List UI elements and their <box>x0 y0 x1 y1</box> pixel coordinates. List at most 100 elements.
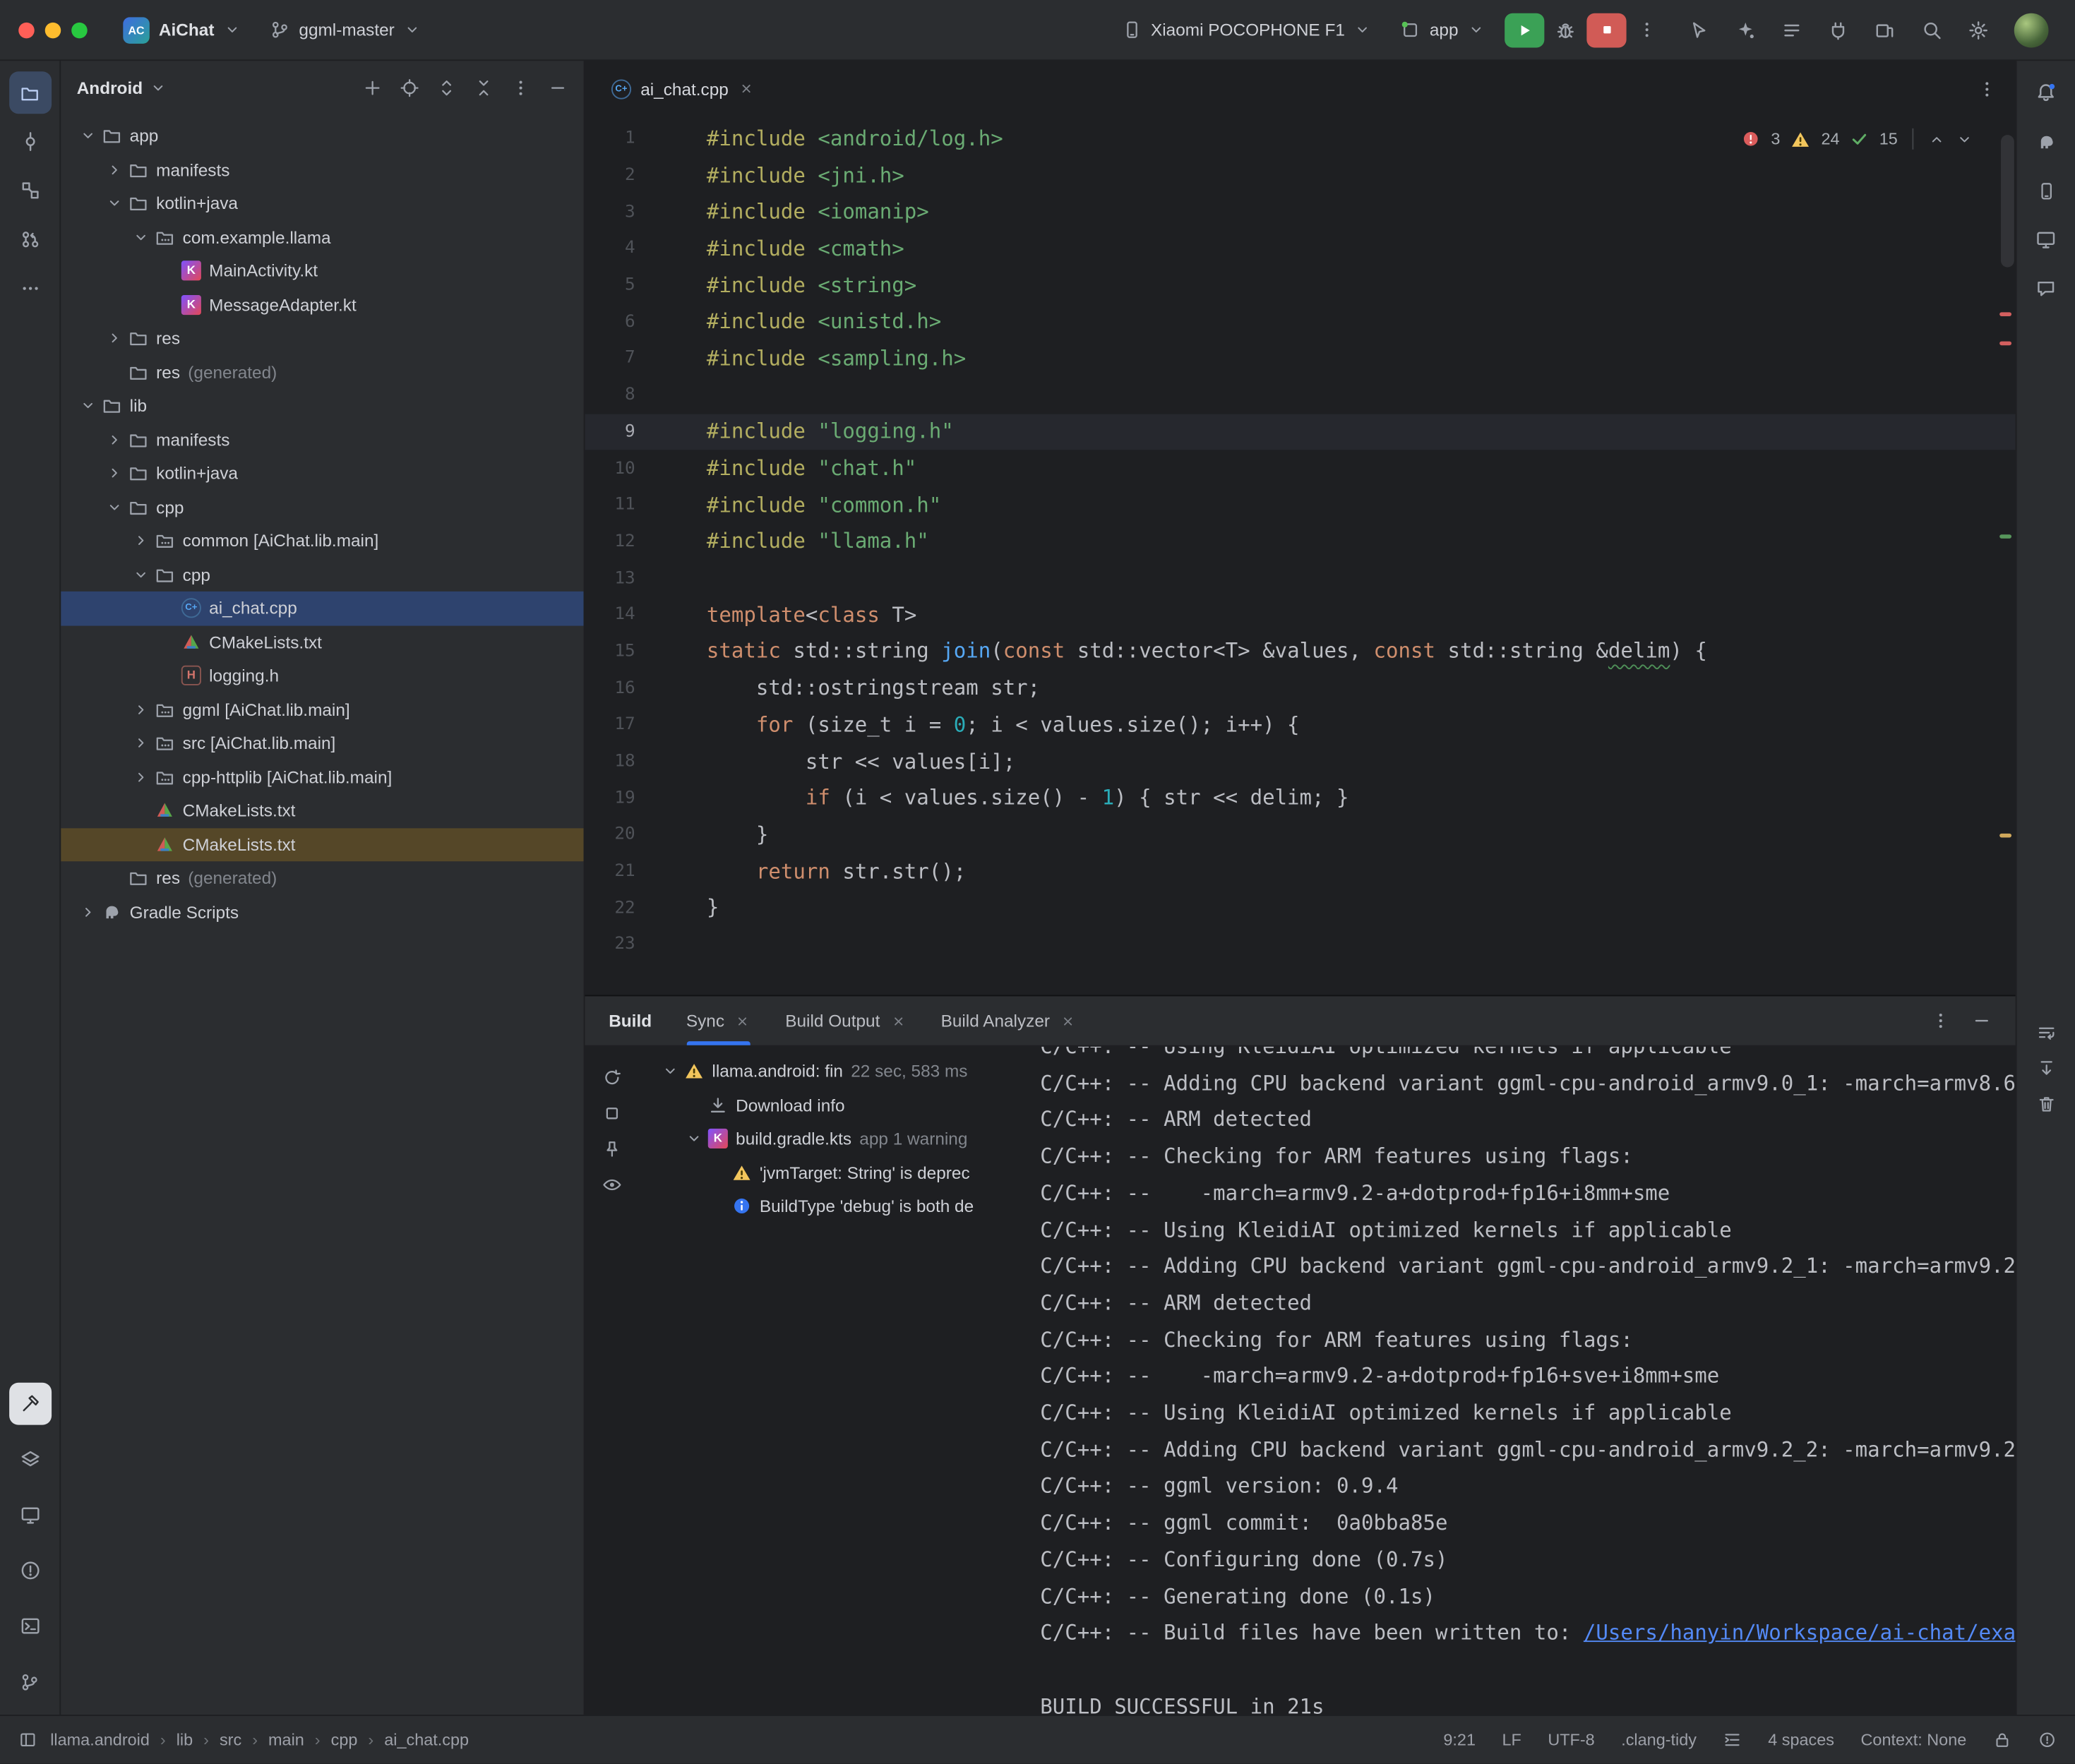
build-window-title[interactable]: Build <box>609 1011 652 1031</box>
code-line-9[interactable]: 9#include "logging.h" <box>585 414 2015 450</box>
context-widget[interactable]: Context: None <box>1860 1731 1966 1749</box>
window-layout-icon[interactable] <box>18 1731 37 1749</box>
project-item-res[interactable]: res(generated) <box>61 861 583 895</box>
chevron-right-icon[interactable] <box>103 431 124 448</box>
build-item-llama-android-fin[interactable]: llama.android: fin22 sec, 583 ms <box>638 1055 1024 1088</box>
chevron-down-icon[interactable] <box>149 79 166 96</box>
project-item-res[interactable]: res(generated) <box>61 355 583 389</box>
build-tab-build-output[interactable]: Build Output <box>785 996 907 1045</box>
chevron-right-icon[interactable] <box>77 904 98 920</box>
stop-process-button[interactable] <box>595 1098 627 1129</box>
project-item-manifests[interactable]: manifests <box>61 423 583 457</box>
ai-assistant-icon[interactable] <box>1735 19 1756 40</box>
chevron-down-icon[interactable] <box>683 1130 704 1147</box>
code-editor[interactable]: 1#include <android/log.h>2#include <jni.… <box>585 116 2015 995</box>
chevron-down-icon[interactable] <box>77 397 98 414</box>
breadcrumb-item-ai-chat-cpp[interactable]: ai_chat.cpp <box>384 1731 469 1749</box>
close-tab-icon[interactable] <box>735 1013 751 1028</box>
project-item-mainactivity-kt[interactable]: KMainActivity.kt <box>61 254 583 288</box>
profile-avatar[interactable] <box>2014 13 2049 47</box>
code-line-5[interactable]: 5#include <string> <box>585 267 2015 304</box>
gradle-button[interactable] <box>2025 121 2067 163</box>
build-item-jvmtarget-string-is-deprec[interactable]: 'jvmTarget: String' is deprec <box>638 1156 1024 1189</box>
project-item-cpp[interactable]: cpp <box>61 558 583 592</box>
code-line-20[interactable]: 20 } <box>585 817 2015 853</box>
code-line-6[interactable]: 6#include <unistd.h> <box>585 304 2015 340</box>
project-item-cmakelists-txt[interactable]: CMakeLists.txt <box>61 794 583 828</box>
plugins-icon[interactable] <box>1827 19 1848 40</box>
minimize-build-icon[interactable] <box>1972 1011 1992 1031</box>
code-line-15[interactable]: 15static std::string join(const std::vec… <box>585 633 2015 670</box>
build-options-icon[interactable] <box>1931 1011 1951 1031</box>
commit-button[interactable] <box>8 121 51 163</box>
chevron-right-icon[interactable] <box>130 532 151 549</box>
run-configuration-selector[interactable]: app <box>1392 15 1495 45</box>
editor-scrollbar[interactable] <box>2001 135 2014 267</box>
settings-gear-icon[interactable] <box>1968 19 1989 40</box>
hide-icon[interactable] <box>548 78 568 97</box>
add-icon[interactable] <box>363 78 383 97</box>
project-item-common-aichat-lib-main[interactable]: common [AiChat.lib.main] <box>61 524 583 558</box>
soft-wrap-button[interactable] <box>2030 1016 2062 1048</box>
build-tab-build-analyzer[interactable]: Build Analyzer <box>941 996 1077 1045</box>
project-item-cpp[interactable]: cpp <box>61 490 583 524</box>
chevron-down-icon[interactable] <box>103 195 124 212</box>
project-item-manifests[interactable]: manifests <box>61 152 583 186</box>
close-tab-icon[interactable] <box>738 80 753 96</box>
code-line-3[interactable]: 3#include <iomanip> <box>585 193 2015 230</box>
build-item-download-info[interactable]: Download info <box>638 1088 1024 1122</box>
error-stripe-mark[interactable] <box>1999 342 2011 346</box>
breadcrumb-item-cpp[interactable]: cpp <box>331 1731 358 1749</box>
breadcrumb-item-lib[interactable]: lib <box>177 1731 193 1749</box>
caret-position[interactable]: 9:21 <box>1443 1731 1476 1749</box>
lock-icon[interactable] <box>1993 1731 2011 1749</box>
chevron-right-icon[interactable] <box>130 769 151 786</box>
terminal-button[interactable] <box>8 1605 51 1648</box>
project-item-res[interactable]: res <box>61 321 583 355</box>
build-button[interactable] <box>8 1383 51 1425</box>
chevron-down-icon[interactable] <box>77 127 98 144</box>
build-variants-button[interactable] <box>8 1438 51 1480</box>
chevron-right-icon[interactable] <box>103 330 124 347</box>
minimize-window-button[interactable] <box>45 22 61 37</box>
search-icon[interactable] <box>1922 19 1943 40</box>
project-item-com-example-llama[interactable]: com.example.llama <box>61 220 583 254</box>
project-item-kotlin-java[interactable]: kotlin+java <box>61 186 583 220</box>
code-line-19[interactable]: 19 if (i < values.size() - 1) { str << d… <box>585 780 2015 817</box>
change-stripe-mark[interactable] <box>1999 534 2011 539</box>
code-line-4[interactable]: 4#include <cmath> <box>585 230 2015 267</box>
code-line-21[interactable]: 21 return str.str(); <box>585 853 2015 889</box>
build-console[interactable]: C/C++: -- Using KleidiAI optimized kerne… <box>1024 1047 2016 1715</box>
code-line-14[interactable]: 14template<class T> <box>585 596 2015 633</box>
code-line-7[interactable]: 7#include <sampling.h> <box>585 340 2015 377</box>
code-with-me-icon[interactable] <box>1689 19 1710 40</box>
scroll-to-end-button[interactable] <box>2030 1052 2062 1084</box>
warning-stripe-mark[interactable] <box>1999 834 2011 838</box>
collapse-all-icon[interactable] <box>474 78 494 97</box>
running-devices-button[interactable] <box>2025 218 2067 260</box>
code-line-16[interactable]: 16 std::ostringstream str; <box>585 670 2015 707</box>
project-item-ai-chat-cpp[interactable]: C+ai_chat.cpp <box>61 592 583 625</box>
close-window-button[interactable] <box>18 22 34 37</box>
line-separator[interactable]: LF <box>1502 1731 1521 1749</box>
project-view-mode[interactable]: Android <box>77 78 143 97</box>
project-item-gradle-scripts[interactable]: Gradle Scripts <box>61 895 583 929</box>
build-tab-sync[interactable]: Sync <box>686 996 751 1045</box>
chevron-right-icon[interactable] <box>130 735 151 752</box>
chevron-right-icon[interactable] <box>130 701 151 718</box>
breadcrumb-item-llama-android[interactable]: llama.android <box>50 1731 150 1749</box>
device-mirroring-icon[interactable] <box>1874 19 1895 40</box>
project-item-ggml-aichat-lib-main[interactable]: ggml [AiChat.lib.main] <box>61 692 583 726</box>
project-item-cmakelists-txt[interactable]: CMakeLists.txt <box>61 827 583 861</box>
problems-button[interactable] <box>8 1549 51 1592</box>
inspections-widget[interactable]: 3 24 15 <box>1742 128 1973 150</box>
code-line-18[interactable]: 18 str << values[i]; <box>585 743 2015 780</box>
analysis-health-icon[interactable] <box>2038 1731 2057 1749</box>
code-style-icon[interactable] <box>1723 1731 1742 1749</box>
pin-button[interactable] <box>595 1133 627 1165</box>
code-line-10[interactable]: 10#include "chat.h" <box>585 450 2015 487</box>
clear-all-button[interactable] <box>2030 1088 2062 1120</box>
project-item-logging-h[interactable]: Hlogging.h <box>61 659 583 692</box>
chevron-down-icon[interactable] <box>659 1063 680 1080</box>
project-item-messageadapter-kt[interactable]: KMessageAdapter.kt <box>61 288 583 322</box>
